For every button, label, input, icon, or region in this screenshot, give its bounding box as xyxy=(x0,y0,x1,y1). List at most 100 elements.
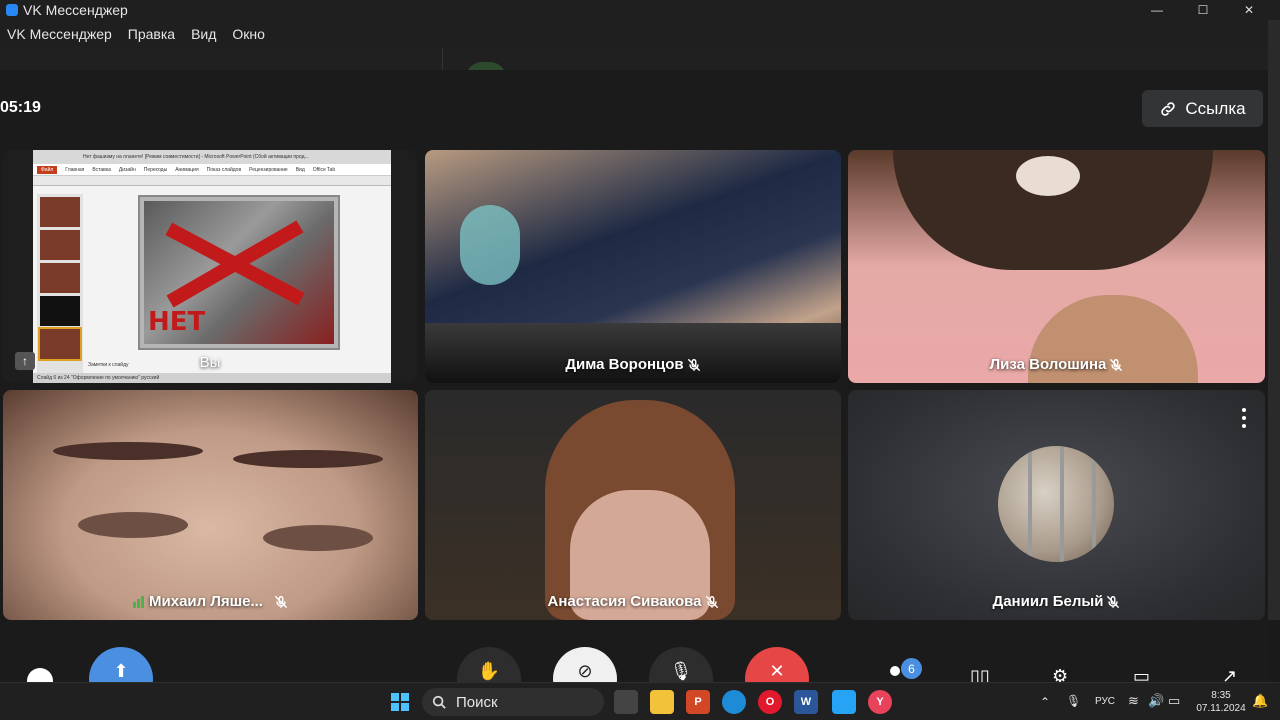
participant-name-label: Анастасия Сивакова xyxy=(547,593,702,610)
close-button[interactable]: ✕ xyxy=(1226,0,1272,20)
panel-divider xyxy=(442,48,443,70)
video-eye xyxy=(78,512,188,538)
ppt-slide-thumbnails xyxy=(37,194,83,374)
camera-off-icon: ⊘ xyxy=(577,661,593,681)
ppt-window-title: Нет фашизму на планете! [Режим совместим… xyxy=(33,150,391,164)
wifi-icon[interactable]: ≋ xyxy=(1128,693,1139,709)
mic-off-icon xyxy=(1110,358,1123,371)
search-label: Поиск xyxy=(456,693,498,711)
participant-name-label: Дима Воронцов xyxy=(565,356,684,373)
battery-icon[interactable]: ▭ xyxy=(1168,693,1180,709)
video-cup xyxy=(460,205,520,285)
mic-off-icon xyxy=(705,595,718,608)
edge-icon[interactable] xyxy=(722,690,746,714)
video-brow xyxy=(233,450,383,468)
call-controls: ⬆ ✋ ⊘ 🎙 ✕ 6 ▯▯ ⚙ ▭ ↗ xyxy=(0,640,1268,711)
ppt-file-tab: Файл xyxy=(37,165,58,174)
ppt-tab: Office Tab xyxy=(312,166,336,173)
ppt-current-slide: НЕТ xyxy=(138,195,340,350)
file-explorer-icon[interactable] xyxy=(650,690,674,714)
ppt-tab: Главная xyxy=(65,166,85,173)
participant-name-label: Михаил Ляше... xyxy=(149,593,263,610)
yandex-browser-icon[interactable]: Y xyxy=(868,690,892,714)
task-view-icon[interactable] xyxy=(614,690,638,714)
participant-name: Дима Воронцов xyxy=(425,356,841,373)
participant-tile-anastasia[interactable]: Анастасия Сивакова xyxy=(425,390,841,620)
opera-icon[interactable]: O xyxy=(758,690,782,714)
mic-off-icon xyxy=(1107,595,1120,608)
window-controls: — ☐ ✕ xyxy=(1134,0,1280,20)
participants-button[interactable] xyxy=(890,666,900,676)
ppt-tab: Показ слайдов xyxy=(206,166,242,173)
ppt-document-tabs xyxy=(33,176,391,186)
participant-tile-liza[interactable]: Лиза Волошина xyxy=(848,150,1265,383)
participant-name: Даниил Белый xyxy=(848,593,1265,610)
avatar-cage-bar xyxy=(1060,446,1064,562)
menu-item-view[interactable]: Вид xyxy=(191,26,216,42)
word-icon[interactable]: W xyxy=(794,690,818,714)
ppt-status-bar: Слайд 6 из 24 "Оформление по умолчанию" … xyxy=(33,373,391,383)
share-screen-icon: ⬆ xyxy=(113,661,129,681)
windows-taskbar: Поиск P O W Y ⌃ 🎙 РУС ≋ 🔊 ▭ 8:35 07.11.2… xyxy=(0,682,1280,720)
close-icon: ✕ xyxy=(769,661,785,681)
volume-icon[interactable]: 🔊 xyxy=(1148,693,1164,709)
participant-name-label: Даниил Белый xyxy=(992,593,1104,610)
video-egg xyxy=(1016,156,1080,196)
windows-start-icon[interactable] xyxy=(388,690,412,714)
title-bar: VK Мессенджер — ☐ ✕ xyxy=(0,0,1280,20)
ppt-tab: Вставка xyxy=(92,166,111,173)
participant-tile-daniil[interactable]: Даниил Белый xyxy=(848,390,1265,620)
speaking-signal-icon xyxy=(133,595,145,608)
window-title: VK Мессенджер xyxy=(23,2,128,18)
participant-name: Анастасия Сивакова xyxy=(425,593,841,610)
vk-messenger-app-icon xyxy=(6,4,18,16)
taskbar-search[interactable]: Поиск xyxy=(422,688,604,716)
slide-thumbnail xyxy=(40,263,80,293)
ppt-tab: Анимация xyxy=(175,166,199,173)
video-eye xyxy=(263,525,373,551)
participant-name: Вы xyxy=(3,354,417,371)
copy-link-button[interactable]: Ссылка xyxy=(1142,90,1263,127)
language-indicator[interactable]: РУС xyxy=(1095,696,1115,707)
maximize-button[interactable]: ☐ xyxy=(1180,0,1226,20)
participant-name: Михаил Ляше... xyxy=(3,593,418,610)
video-brow xyxy=(53,442,203,460)
tray-overflow-icon[interactable]: ⌃ xyxy=(1040,695,1050,709)
slide-thumbnail xyxy=(40,296,80,326)
menu-bar: VK Мессенджер Правка Вид Окно xyxy=(0,20,1280,48)
more-options-icon[interactable] xyxy=(1241,408,1247,428)
ppt-tab: Дизайн xyxy=(118,166,136,173)
search-icon xyxy=(432,695,446,709)
ppt-ribbon: Файл Главная Вставка Дизайн Переходы Ани… xyxy=(33,164,391,176)
call-timer: 05:19 xyxy=(0,99,41,116)
menu-item-window[interactable]: Окно xyxy=(232,26,265,42)
participant-tile-dima[interactable]: Дима Воронцов xyxy=(425,150,841,383)
powerpoint-icon[interactable]: P xyxy=(686,690,710,714)
video-keyboard xyxy=(425,323,841,383)
taskbar-clock[interactable]: 8:35 07.11.2024 xyxy=(1195,689,1247,715)
participant-avatar xyxy=(998,446,1114,562)
notifications-icon[interactable]: 🔔 xyxy=(1252,693,1268,709)
participant-tile-you[interactable]: Нет фашизму на планете! [Режим совместим… xyxy=(3,150,417,383)
microphone-tray-icon[interactable]: 🎙 xyxy=(1066,694,1081,708)
slide-headline: НЕТ xyxy=(148,307,206,337)
menu-item-app[interactable]: VK Мессенджер xyxy=(7,26,112,42)
hand-icon: ✋ xyxy=(477,661,501,681)
clock-date: 07.11.2024 xyxy=(1196,703,1246,714)
link-icon xyxy=(1161,101,1176,116)
avatar-cage-bar xyxy=(1092,446,1096,562)
window-scrollbar[interactable] xyxy=(1268,20,1280,620)
mic-off-icon xyxy=(275,595,287,608)
menu-item-edit[interactable]: Правка xyxy=(128,26,175,42)
slide-thumbnail xyxy=(40,230,80,260)
minimize-button[interactable]: — xyxy=(1134,0,1180,20)
shared-screen-powerpoint: Нет фашизму на планете! [Режим совместим… xyxy=(33,150,391,383)
participant-tile-mikhail[interactable]: Михаил Ляше... xyxy=(3,390,418,620)
vk-messenger-taskbar-icon[interactable] xyxy=(832,690,856,714)
clock-time: 8:35 xyxy=(1211,690,1231,701)
microphone-icon: 🎙 xyxy=(669,661,693,681)
participant-name-label: Лиза Волошина xyxy=(989,356,1107,373)
messenger-background-strip xyxy=(0,48,1268,78)
participant-name: Лиза Волошина xyxy=(848,356,1265,373)
participant-name-label: Вы xyxy=(199,354,221,371)
